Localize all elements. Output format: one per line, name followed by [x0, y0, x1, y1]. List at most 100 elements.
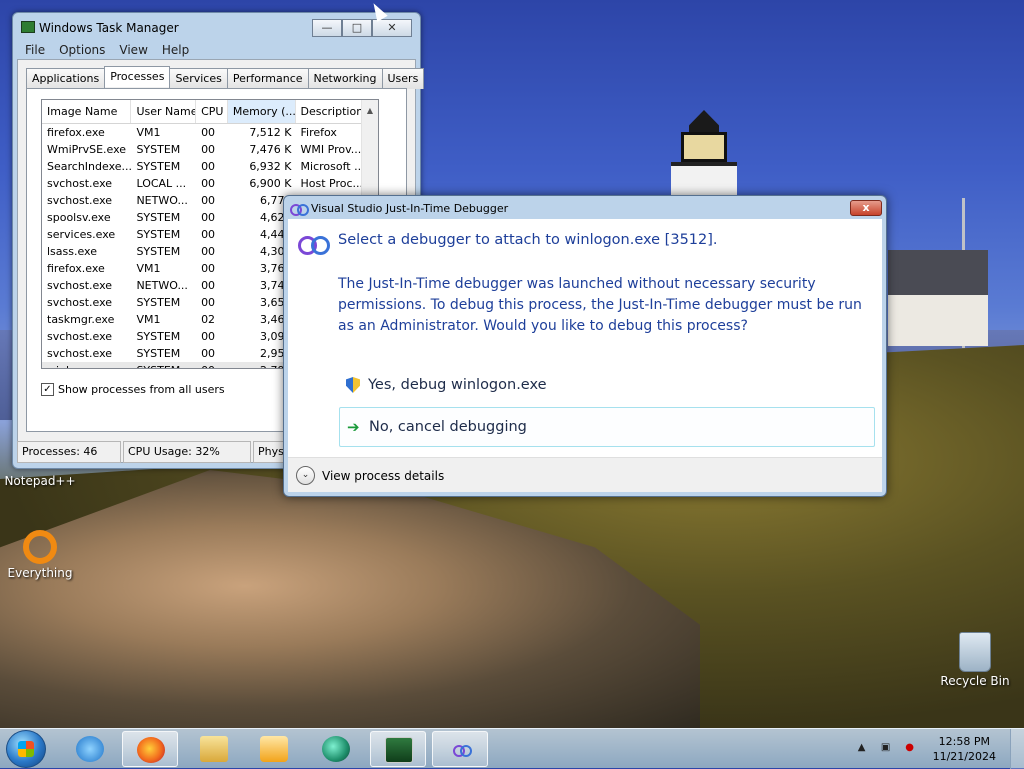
- table-row[interactable]: firefox.exe VM1 00 7,512 K Firefox: [42, 124, 378, 141]
- wallpaper-lighthouse: [667, 110, 741, 200]
- volume-muted-icon[interactable]: ●: [903, 742, 917, 756]
- everything-icon: [23, 530, 57, 564]
- show-all-processes[interactable]: ✓ Show processes from all users: [41, 383, 225, 396]
- cell-cpu: 00: [201, 245, 216, 258]
- table-row[interactable]: WmiPrvSE.exe SYSTEM 00 7,476 K WMI Prov...: [42, 141, 378, 158]
- column-user-name[interactable]: User Name: [131, 100, 197, 123]
- show-all-label: Show processes from all users: [58, 383, 225, 396]
- dialog-close-button[interactable]: x: [850, 200, 882, 216]
- column-memory[interactable]: Memory (...: [227, 100, 296, 123]
- cell-name: svchost.exe: [47, 347, 113, 360]
- scroll-up-icon[interactable]: ▲: [362, 100, 378, 115]
- network-icon[interactable]: ▣: [879, 742, 893, 756]
- cell-user: VM1: [136, 313, 161, 326]
- chevron-down-icon[interactable]: ⌄: [296, 466, 315, 485]
- tab-networking[interactable]: Networking: [307, 68, 383, 89]
- cell-name: spoolsv.exe: [47, 211, 111, 224]
- menu-view[interactable]: View: [119, 43, 147, 57]
- status-processes: Processes: 46: [17, 441, 121, 463]
- column-cpu[interactable]: CPU: [196, 100, 228, 123]
- tab-performance[interactable]: Performance: [226, 68, 309, 89]
- menu-options[interactable]: Options: [59, 43, 105, 57]
- cell-cpu: 00: [201, 279, 216, 292]
- start-button[interactable]: [6, 730, 46, 768]
- no-cancel-button[interactable]: ➔ No, cancel debugging: [339, 407, 875, 447]
- taskbar-app-green[interactable]: [308, 731, 364, 767]
- cell-user: SYSTEM: [136, 143, 181, 156]
- cell-name: svchost.exe: [47, 296, 113, 309]
- show-desktop-button[interactable]: [1010, 729, 1024, 769]
- view-process-details[interactable]: ⌄ View process details: [296, 466, 444, 485]
- taskbar-visual-studio-jit[interactable]: [432, 731, 488, 767]
- desktop-icon-label: Recycle Bin: [940, 674, 1010, 688]
- dialog-footer: ⌄ View process details: [288, 457, 882, 492]
- show-all-checkbox[interactable]: ✓: [41, 383, 54, 396]
- cell-cpu: 00: [201, 347, 216, 360]
- wallpaper-house: [888, 250, 988, 346]
- cell-name: WmiPrvSE.exe: [47, 143, 127, 156]
- internet-explorer-icon: [76, 736, 104, 762]
- cell-mem: 6,900 K: [249, 177, 292, 190]
- cell-mem: 6,932 K: [249, 160, 292, 173]
- visual-studio-taskbar-icon: [453, 745, 472, 757]
- task-manager-taskbar-icon: [385, 737, 413, 763]
- folder-icon: [200, 736, 228, 762]
- menu-help[interactable]: Help: [162, 43, 189, 57]
- clock-date: 11/21/2024: [932, 750, 996, 763]
- tab-processes[interactable]: Processes: [104, 66, 171, 87]
- cell-name: svchost.exe: [47, 177, 113, 190]
- cell-cpu: 00: [201, 296, 216, 309]
- jit-debugger-dialog: Visual Studio Just-In-Time Debugger x Se…: [283, 195, 887, 497]
- tab-applications[interactable]: Applications: [26, 68, 106, 89]
- minimize-button[interactable]: —: [312, 19, 342, 37]
- cell-name: svchost.exe: [47, 279, 113, 292]
- table-row[interactable]: SearchIndexe... SYSTEM 00 6,932 K Microsoft …: [42, 158, 378, 175]
- column-image-name[interactable]: Image Name: [42, 100, 132, 123]
- task-manager-icon: [21, 21, 35, 33]
- cell-user: SYSTEM: [136, 211, 181, 224]
- menu-file[interactable]: File: [25, 43, 45, 57]
- status-cpu-usage: CPU Usage: 32%: [123, 441, 251, 463]
- recycle-bin-icon: [959, 632, 991, 672]
- system-tray: ▲ ▣ ● 12:58 PM 11/21/2024: [855, 729, 1024, 769]
- visual-studio-large-icon: [298, 235, 330, 255]
- app-circle-icon: [322, 736, 350, 762]
- dialog-heading: Select a debugger to attach to winlogon.…: [338, 232, 718, 248]
- desktop-icon-label: Everything: [7, 566, 73, 580]
- close-button[interactable]: ✕: [372, 19, 412, 37]
- cell-user: SYSTEM: [136, 160, 181, 173]
- desktop-icon-label: Notepad++: [4, 474, 76, 488]
- yes-debug-button[interactable]: Yes, debug winlogon.exe: [339, 365, 875, 405]
- cell-user: LOCAL ...: [136, 177, 187, 190]
- cell-name: firefox.exe: [47, 126, 105, 139]
- clock[interactable]: 12:58 PM 11/21/2024: [927, 734, 1010, 764]
- table-row[interactable]: svchost.exe LOCAL ... 00 6,900 K Host Proc..…: [42, 175, 378, 192]
- taskbar-task-manager[interactable]: [370, 731, 426, 767]
- cell-cpu: 00: [201, 143, 216, 156]
- cell-name: winlogon.exe: [42, 362, 131, 368]
- tab-users[interactable]: Users: [381, 68, 425, 89]
- taskbar-media-player[interactable]: [246, 731, 302, 767]
- cell-name: taskmgr.exe: [47, 313, 115, 326]
- cell-user: SYSTEM: [136, 228, 181, 241]
- show-hidden-icons-icon[interactable]: ▲: [855, 742, 869, 756]
- taskbar-internet-explorer[interactable]: [62, 731, 118, 767]
- cell-cpu: 00: [201, 126, 216, 139]
- cell-name: SearchIndexe...: [47, 160, 132, 173]
- green-arrow-icon: ➔: [347, 418, 360, 436]
- desktop-icon-everything[interactable]: Everything: [0, 530, 80, 580]
- maximize-button[interactable]: □: [342, 19, 372, 37]
- taskbar-explorer[interactable]: [186, 731, 242, 767]
- cell-cpu: 00: [201, 262, 216, 275]
- desktop-icon-notepadpp[interactable]: Notepad++: [0, 474, 80, 488]
- desktop-icon-recycle-bin[interactable]: Recycle Bin: [935, 632, 1015, 688]
- clock-time: 12:58 PM: [938, 735, 990, 748]
- firefox-icon: [137, 737, 165, 763]
- cell-user: NETWO...: [136, 279, 188, 292]
- taskbar-firefox[interactable]: [122, 731, 178, 767]
- cell-user: VM1: [136, 126, 161, 139]
- tab-services[interactable]: Services: [169, 68, 228, 89]
- dialog-title: Visual Studio Just-In-Time Debugger: [290, 202, 508, 216]
- cell-name: firefox.exe: [47, 262, 105, 275]
- cell-user: VM1: [136, 262, 161, 275]
